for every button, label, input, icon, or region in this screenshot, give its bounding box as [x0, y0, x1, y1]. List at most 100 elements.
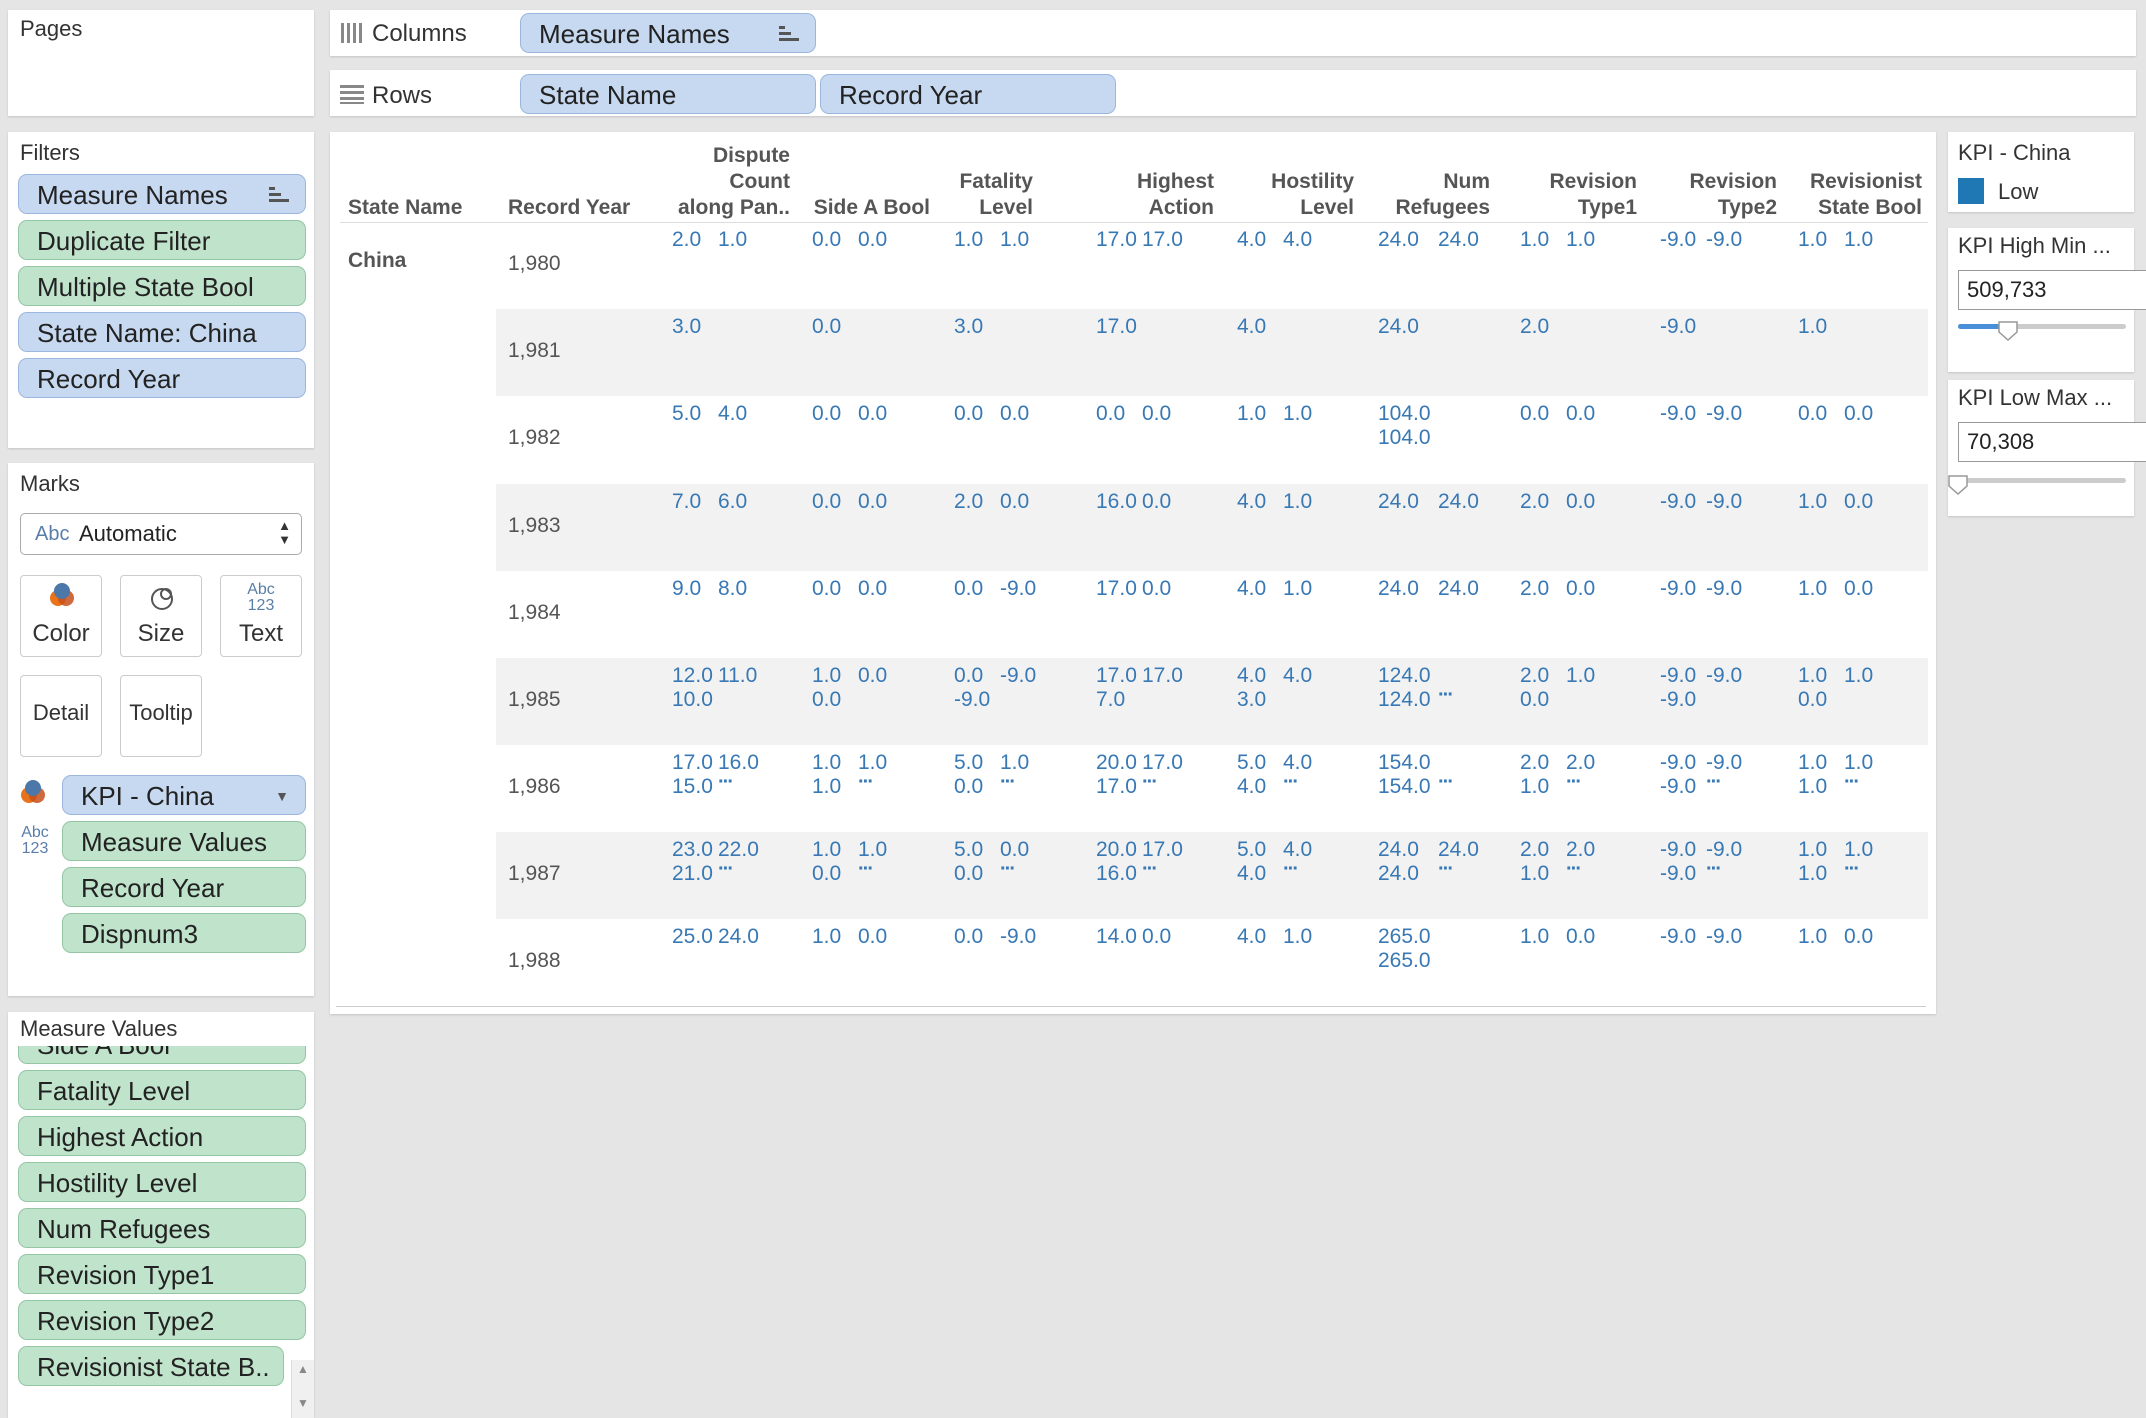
data-cell[interactable]: 17.0 — [1096, 664, 1137, 688]
filter-pill[interactable]: State Name: China — [18, 312, 306, 352]
data-cell[interactable]: 1.0 — [1844, 228, 1873, 252]
mark-button-color[interactable]: Color — [20, 575, 102, 657]
overflow-ellipsis[interactable]: ··· — [1438, 771, 1454, 794]
overflow-ellipsis[interactable]: ··· — [1844, 771, 1860, 794]
data-cell[interactable]: 1.0 — [1798, 664, 1827, 688]
data-cell[interactable]: 2.0 — [954, 490, 983, 514]
data-cell[interactable]: 0.0 — [1798, 688, 1827, 712]
measure-value-pill[interactable]: Num Refugees — [18, 1208, 306, 1248]
data-cell[interactable]: -9.0 — [1660, 577, 1696, 601]
overflow-ellipsis[interactable]: ··· — [1844, 858, 1860, 881]
data-cell[interactable]: 0.0 — [1142, 402, 1171, 426]
overflow-ellipsis[interactable]: ··· — [1566, 771, 1582, 794]
data-cell[interactable]: 17.0 — [1096, 315, 1137, 339]
data-cell[interactable]: 17.0 — [1096, 775, 1137, 799]
measure-value-pill[interactable]: Side A Bool — [18, 1046, 306, 1064]
scroll-down-icon[interactable]: ▼ — [297, 1396, 309, 1410]
data-cell[interactable]: 24.0 — [1378, 577, 1419, 601]
data-cell[interactable]: -9.0 — [1706, 925, 1742, 949]
overflow-ellipsis[interactable]: ··· — [1706, 858, 1722, 881]
data-cell[interactable]: 24.0 — [1378, 315, 1419, 339]
data-cell[interactable]: 1.0 — [1520, 775, 1549, 799]
kpi-high-min-slider[interactable] — [1958, 324, 2126, 329]
data-cell[interactable]: 104.0 — [1378, 426, 1431, 450]
data-cell[interactable]: 0.0 — [1566, 925, 1595, 949]
data-cell[interactable]: -9.0 — [1660, 862, 1696, 886]
data-cell[interactable]: 0.0 — [954, 664, 983, 688]
data-cell[interactable]: 0.0 — [1566, 577, 1595, 601]
data-cell[interactable]: 17.0 — [1096, 228, 1137, 252]
mark-button-detail[interactable]: Detail — [20, 675, 102, 757]
data-cell[interactable]: 0.0 — [812, 577, 841, 601]
data-cell[interactable]: 0.0 — [954, 925, 983, 949]
filter-pill[interactable]: Measure Names — [18, 174, 306, 214]
data-cell[interactable]: 5.0 — [672, 402, 701, 426]
data-cell[interactable]: 24.0 — [718, 925, 759, 949]
data-cell[interactable]: 265.0 — [1378, 949, 1431, 973]
data-cell[interactable]: 1.0 — [1283, 577, 1312, 601]
measure-value-pill[interactable]: Hostility Level — [18, 1162, 306, 1202]
data-cell[interactable]: 8.0 — [718, 577, 747, 601]
data-cell[interactable]: 265.0 — [1378, 925, 1431, 949]
data-cell[interactable]: -9.0 — [1706, 664, 1742, 688]
data-cell[interactable]: 1.0 — [1283, 925, 1312, 949]
data-cell[interactable]: 4.0 — [1237, 775, 1266, 799]
measure-value-pill[interactable]: Fatality Level — [18, 1070, 306, 1110]
data-cell[interactable]: 17.0 — [1096, 577, 1137, 601]
data-cell[interactable]: 0.0 — [858, 577, 887, 601]
data-cell[interactable]: 0.0 — [812, 402, 841, 426]
data-cell[interactable]: 1.0 — [1283, 490, 1312, 514]
data-cell[interactable]: 20.0 — [1096, 751, 1137, 775]
data-cell[interactable]: -9.0 — [1706, 577, 1742, 601]
data-cell[interactable]: 0.0 — [954, 577, 983, 601]
data-cell[interactable]: 2.0 — [1520, 751, 1549, 775]
data-cell[interactable]: 0.0 — [1142, 490, 1171, 514]
data-cell[interactable]: 1.0 — [1520, 862, 1549, 886]
data-cell[interactable]: 0.0 — [858, 664, 887, 688]
data-cell[interactable]: -9.0 — [1706, 402, 1742, 426]
data-cell[interactable]: 4.0 — [1283, 228, 1312, 252]
overflow-ellipsis[interactable]: ··· — [1142, 771, 1158, 794]
overflow-ellipsis[interactable]: ··· — [1283, 771, 1299, 794]
overflow-ellipsis[interactable]: ··· — [1283, 858, 1299, 881]
data-cell[interactable]: 1.0 — [1237, 402, 1266, 426]
rows-pill-record-year[interactable]: Record Year — [820, 74, 1116, 114]
data-cell[interactable]: 11.0 — [718, 664, 757, 688]
data-cell[interactable]: -9.0 — [1000, 664, 1036, 688]
data-cell[interactable]: 2.0 — [1520, 577, 1549, 601]
data-cell[interactable]: 24.0 — [1378, 838, 1419, 862]
data-cell[interactable]: 24.0 — [1378, 862, 1419, 886]
data-cell[interactable]: -9.0 — [1660, 402, 1696, 426]
data-cell[interactable]: 20.0 — [1096, 838, 1137, 862]
data-cell[interactable]: 0.0 — [1566, 490, 1595, 514]
data-cell[interactable]: 0.0 — [858, 490, 887, 514]
overflow-ellipsis[interactable]: ··· — [1438, 858, 1454, 881]
data-cell[interactable]: 1.0 — [1798, 925, 1827, 949]
slider-handle[interactable] — [1947, 474, 1969, 501]
data-cell[interactable]: 5.0 — [954, 838, 983, 862]
data-cell[interactable]: 0.0 — [1844, 402, 1873, 426]
data-cell[interactable]: 0.0 — [1844, 925, 1873, 949]
data-cell[interactable]: 1.0 — [1520, 925, 1549, 949]
data-cell[interactable]: -9.0 — [1660, 775, 1696, 799]
data-cell[interactable]: 104.0 — [1378, 402, 1431, 426]
data-cell[interactable]: 4.0 — [1283, 664, 1312, 688]
data-cell[interactable]: 1.0 — [1283, 402, 1312, 426]
data-cell[interactable]: 124.0 — [1378, 688, 1431, 712]
data-cell[interactable]: 1.0 — [1566, 664, 1595, 688]
data-cell[interactable]: 1.0 — [718, 228, 747, 252]
data-cell[interactable]: 0.0 — [954, 402, 983, 426]
data-cell[interactable]: 1.0 — [812, 664, 841, 688]
data-cell[interactable]: 0.0 — [858, 402, 887, 426]
overflow-ellipsis[interactable]: ··· — [858, 771, 874, 794]
data-cell[interactable]: 4.0 — [1237, 577, 1266, 601]
mark-field-pill[interactable]: KPI - China ▼ — [62, 775, 306, 815]
data-cell[interactable]: 4.0 — [1237, 228, 1266, 252]
data-cell[interactable]: 4.0 — [718, 402, 747, 426]
data-cell[interactable]: -9.0 — [1000, 577, 1036, 601]
mark-field-pill[interactable]: Record Year — [62, 867, 306, 907]
data-cell[interactable]: 0.0 — [1096, 402, 1125, 426]
measure-value-pill[interactable]: Highest Action — [18, 1116, 306, 1156]
data-cell[interactable]: 0.0 — [812, 315, 841, 339]
data-cell[interactable]: 17.0 — [672, 751, 713, 775]
